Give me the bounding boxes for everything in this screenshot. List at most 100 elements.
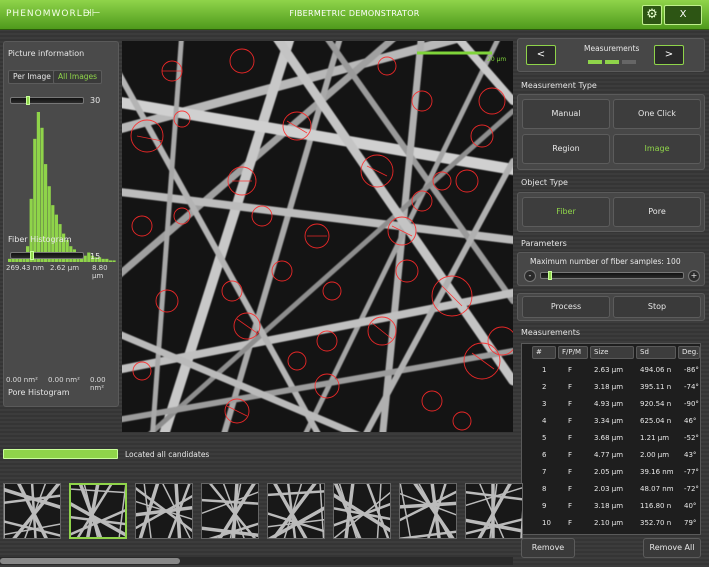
process-button[interactable]: Process bbox=[522, 296, 610, 318]
next-button[interactable]: > bbox=[654, 45, 684, 65]
row-deg: -72° bbox=[684, 485, 699, 493]
histogram-bar bbox=[108, 260, 112, 262]
table-row[interactable]: 10 F 2.10 μm 352.70 n 79° bbox=[522, 515, 700, 532]
progress-bar bbox=[3, 449, 118, 459]
manual-button[interactable]: Manual bbox=[522, 99, 610, 129]
image-thumbnail[interactable] bbox=[333, 483, 391, 539]
process-group: Process Stop bbox=[517, 293, 705, 321]
image-thumbnail[interactable] bbox=[69, 483, 127, 539]
row-index: 6 bbox=[542, 451, 547, 459]
col-header-deg[interactable]: Deg. bbox=[678, 346, 700, 359]
table-row[interactable]: 7 F 2.05 μm 39.16 nm -77° bbox=[522, 464, 700, 481]
bins-slider-value: 30 bbox=[90, 96, 101, 105]
all-images-button[interactable]: All Images bbox=[53, 70, 103, 84]
samples-slider[interactable] bbox=[540, 271, 684, 280]
page-indicator-3 bbox=[622, 60, 636, 64]
samples-plus-button[interactable]: + bbox=[688, 270, 700, 282]
remove-all-button[interactable]: Remove All bbox=[643, 538, 701, 558]
image-thumbnail[interactable] bbox=[465, 483, 523, 539]
row-index: 4 bbox=[542, 417, 547, 425]
fiber-slider[interactable] bbox=[10, 251, 84, 260]
image-button[interactable]: Image bbox=[613, 134, 701, 164]
parameters-group: Maximum number of fiber samples: 100 - + bbox=[517, 252, 705, 286]
histogram-bar bbox=[8, 258, 12, 262]
remove-button[interactable]: Remove bbox=[521, 538, 575, 558]
scrollbar-thumb[interactable] bbox=[0, 558, 180, 564]
fiber-slider-value: 15 bbox=[90, 252, 101, 261]
stop-button[interactable]: Stop bbox=[613, 296, 701, 318]
parameters-title: Parameters bbox=[521, 239, 567, 248]
row-index: 9 bbox=[542, 502, 547, 510]
per-image-button[interactable]: Per Image bbox=[8, 70, 56, 84]
status-area: Located all candidates bbox=[3, 448, 513, 462]
pore-button[interactable]: Pore bbox=[613, 197, 701, 227]
table-row[interactable]: 2 F 3.18 μm 395.11 n -74° bbox=[522, 379, 700, 396]
prev-button[interactable]: < bbox=[526, 45, 556, 65]
row-size: 2.05 μm bbox=[594, 468, 624, 476]
image-thumbnail[interactable] bbox=[267, 483, 325, 539]
fiber-micrograph: 20 μm bbox=[122, 41, 513, 432]
image-thumbnail[interactable] bbox=[3, 483, 61, 539]
histogram-bar bbox=[101, 258, 105, 262]
row-index: 2 bbox=[542, 383, 547, 391]
settings-button[interactable]: ⚙ bbox=[642, 5, 662, 25]
col-header-index[interactable]: # bbox=[532, 346, 556, 359]
row-sd: 116.80 n bbox=[640, 502, 672, 510]
col-header-sd[interactable]: Sd bbox=[636, 346, 676, 359]
row-size: 3.18 μm bbox=[594, 502, 624, 510]
title-bar: PHENOMWORLD ⊣⊢ FIBERMETRIC DEMONSTRATOR … bbox=[0, 0, 709, 30]
table-row[interactable]: 9 F 3.18 μm 116.80 n 40° bbox=[522, 498, 700, 515]
row-type: F bbox=[568, 519, 573, 527]
close-button[interactable]: X bbox=[664, 5, 702, 25]
bins-slider-thumb[interactable] bbox=[26, 96, 31, 105]
page-indicator-1 bbox=[588, 60, 602, 64]
row-sd: 625.04 n bbox=[640, 417, 672, 425]
row-deg: -74° bbox=[684, 383, 699, 391]
row-deg: 43° bbox=[684, 451, 697, 459]
fiber-button[interactable]: Fiber bbox=[522, 197, 610, 227]
page-indicator-2 bbox=[605, 60, 619, 64]
measurements-list-title: Measurements bbox=[521, 328, 581, 337]
table-row[interactable]: 8 F 2.03 μm 48.07 nm -72° bbox=[522, 481, 700, 498]
measurements-nav-title: Measurements bbox=[584, 44, 640, 53]
fiber-slider-thumb[interactable] bbox=[29, 251, 34, 260]
row-index: 5 bbox=[542, 434, 547, 442]
table-row[interactable]: 5 F 3.68 μm 1.21 μm -52° bbox=[522, 430, 700, 447]
hist-min-label: 269.43 nm bbox=[6, 264, 44, 272]
row-type: F bbox=[568, 383, 573, 391]
row-index: 8 bbox=[542, 485, 547, 493]
pore-max-label: 0.00 nm² bbox=[90, 376, 106, 392]
row-sd: 2.00 μm bbox=[640, 451, 670, 459]
row-size: 2.10 μm bbox=[594, 519, 624, 527]
row-size: 3.18 μm bbox=[594, 383, 624, 391]
row-type: F bbox=[568, 400, 573, 408]
image-thumbnail[interactable] bbox=[399, 483, 457, 539]
row-type: F bbox=[568, 417, 573, 425]
one-click-button[interactable]: One Click bbox=[613, 99, 701, 129]
row-sd: 395.11 n bbox=[640, 383, 672, 391]
row-type: F bbox=[568, 434, 573, 442]
row-index: 7 bbox=[542, 468, 547, 476]
thumbnail-scrollbar[interactable] bbox=[0, 557, 513, 565]
table-row[interactable]: 3 F 4.93 μm 920.54 n -90° bbox=[522, 396, 700, 413]
col-header-type[interactable]: F/P/M bbox=[558, 346, 588, 359]
table-row[interactable]: 4 F 3.34 μm 625.04 n 46° bbox=[522, 413, 700, 430]
row-size: 3.34 μm bbox=[594, 417, 624, 425]
table-row[interactable]: 1 F 2.63 μm 494.06 n -86° bbox=[522, 362, 700, 379]
samples-slider-thumb[interactable] bbox=[548, 271, 552, 280]
row-sd: 494.06 n bbox=[640, 366, 672, 374]
row-deg: -86° bbox=[684, 366, 699, 374]
col-header-size[interactable]: Size bbox=[590, 346, 634, 359]
histogram-bar bbox=[47, 186, 51, 262]
samples-minus-button[interactable]: - bbox=[524, 270, 536, 282]
sem-image-viewer[interactable]: 20 μm bbox=[122, 41, 513, 432]
app-window: PHENOMWORLD ⊣⊢ FIBERMETRIC DEMONSTRATOR … bbox=[0, 0, 709, 567]
region-button[interactable]: Region bbox=[522, 134, 610, 164]
pore-histogram-label: Pore Histogram bbox=[8, 388, 70, 397]
image-thumbnail[interactable] bbox=[135, 483, 193, 539]
row-deg: -77° bbox=[684, 468, 699, 476]
bins-slider[interactable] bbox=[10, 96, 84, 105]
table-row[interactable]: 6 F 4.77 μm 2.00 μm 43° bbox=[522, 447, 700, 464]
max-samples-label: Maximum number of fiber samples: bbox=[530, 257, 664, 266]
image-thumbnail[interactable] bbox=[201, 483, 259, 539]
